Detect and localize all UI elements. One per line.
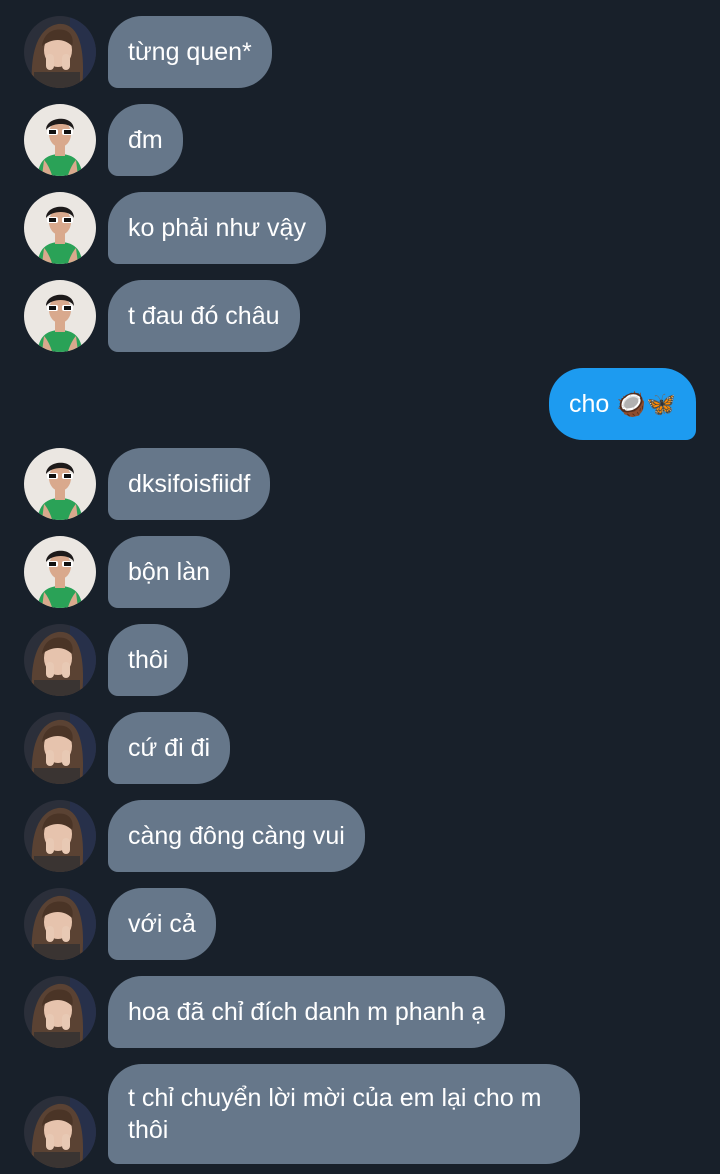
avatar[interactable] <box>24 712 96 784</box>
message-bubble[interactable]: từng quen* <box>108 16 272 88</box>
avatar[interactable] <box>24 280 96 352</box>
message-row: cứ đi đi <box>0 712 720 784</box>
message-row: càng đông càng vui <box>0 800 720 872</box>
message-bubble[interactable]: càng đông càng vui <box>108 800 365 872</box>
message-bubble[interactable]: với cả <box>108 888 216 960</box>
message-row: t đau đó châu <box>0 280 720 352</box>
message-row: với cả <box>0 888 720 960</box>
avatar[interactable] <box>24 192 96 264</box>
message-bubble[interactable]: đm <box>108 104 183 176</box>
message-text: cho <box>568 390 610 418</box>
message-bubble[interactable]: t chỉ chuyển lời mời của em lại cho m th… <box>108 1064 580 1164</box>
chat-thread: từng quen* đm ko phải như vậy t đau đó c… <box>0 0 720 1174</box>
coconut-icon: 🥥 <box>616 390 647 418</box>
message-bubble[interactable]: ko phải như vậy <box>108 192 326 264</box>
sent-message-bubble[interactable]: cho 🥥🦋 <box>548 368 696 440</box>
message-bubble[interactable]: thôi <box>108 624 189 696</box>
message-bubble[interactable]: cứ đi đi <box>108 712 231 784</box>
avatar[interactable] <box>24 448 96 520</box>
message-row: ko phải như vậy <box>0 192 720 264</box>
avatar[interactable] <box>24 800 96 872</box>
message-bubble[interactable]: bộn làn <box>108 536 231 608</box>
avatar[interactable] <box>24 888 96 960</box>
avatar[interactable] <box>24 536 96 608</box>
message-row: từng quen* <box>0 16 720 88</box>
message-bubble[interactable]: dksifoisfiidf <box>108 448 271 520</box>
message-row: bộn làn <box>0 536 720 608</box>
avatar[interactable] <box>24 16 96 88</box>
message-row-sent: cho 🥥🦋 <box>0 368 720 440</box>
message-row: dksifoisfiidf <box>0 448 720 520</box>
message-row: đm <box>0 104 720 176</box>
butterfly-icon: 🦋 <box>646 390 676 418</box>
avatar[interactable] <box>24 976 96 1048</box>
message-bubble[interactable]: hoa đã chỉ đích danh m phanh ạ <box>108 976 506 1048</box>
message-row: t chỉ chuyển lời mời của em lại cho m th… <box>0 1064 720 1168</box>
message-bubble[interactable]: t đau đó châu <box>108 280 300 352</box>
avatar[interactable] <box>24 1096 96 1168</box>
avatar[interactable] <box>24 104 96 176</box>
message-row: hoa đã chỉ đích danh m phanh ạ <box>0 976 720 1048</box>
message-row: thôi <box>0 624 720 696</box>
avatar[interactable] <box>24 624 96 696</box>
